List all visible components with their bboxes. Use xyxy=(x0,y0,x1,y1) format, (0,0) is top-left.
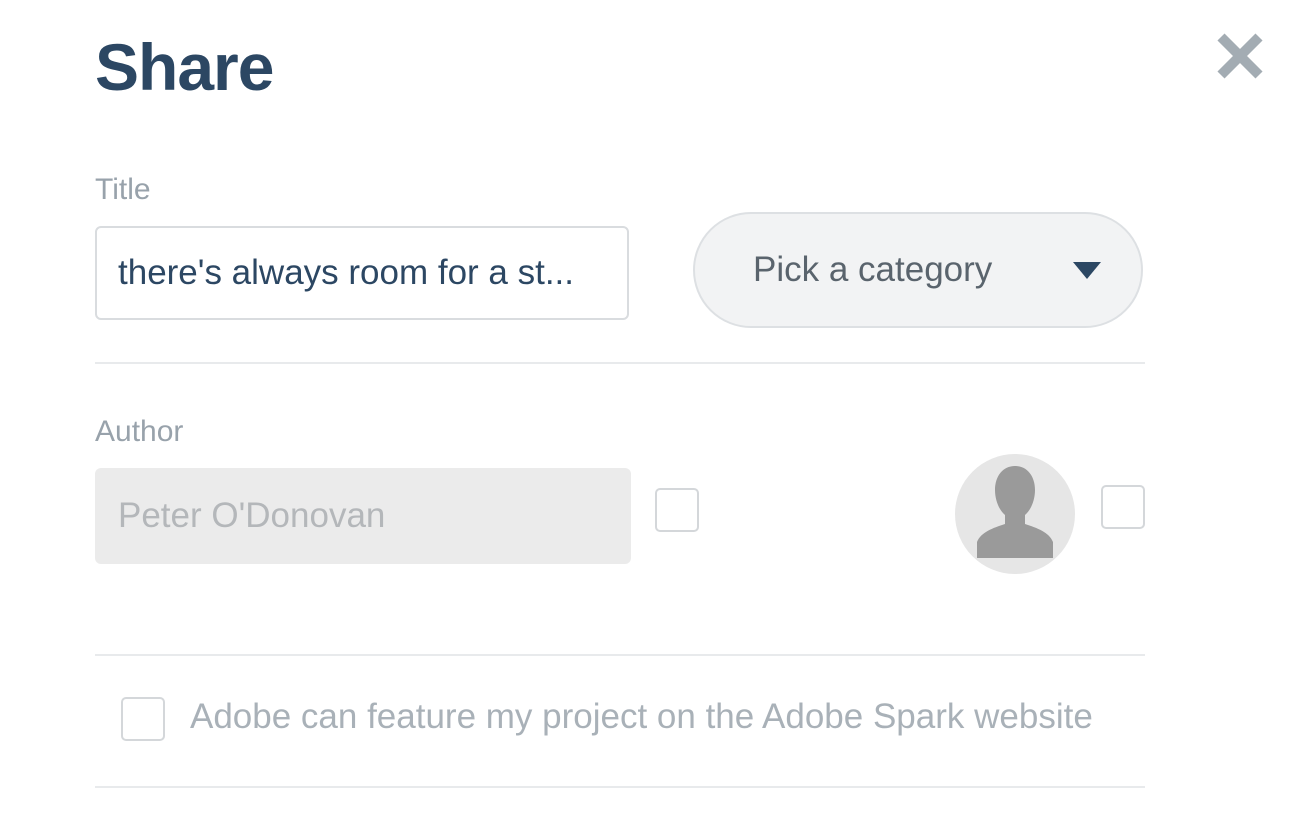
title-input[interactable]: there's always room for a st... xyxy=(95,226,629,320)
divider xyxy=(95,786,1145,788)
feature-project-label: Adobe can feature my project on the Adob… xyxy=(190,697,1093,736)
category-select[interactable]: Pick a category xyxy=(693,212,1143,328)
title-input-value: there's always room for a st... xyxy=(118,253,575,292)
user-silhouette-icon xyxy=(977,466,1053,558)
author-label: Author xyxy=(95,415,184,448)
dialog-title: Share xyxy=(95,30,274,104)
close-button[interactable] xyxy=(1212,28,1268,84)
caret-down-icon xyxy=(1073,262,1101,279)
divider xyxy=(95,654,1145,656)
avatar[interactable] xyxy=(955,454,1075,574)
close-icon xyxy=(1217,33,1263,79)
show-avatar-checkbox[interactable] xyxy=(1101,485,1145,529)
feature-project-checkbox[interactable] xyxy=(121,697,165,741)
author-input-value: Peter O'Donovan xyxy=(118,496,386,535)
divider xyxy=(95,362,1145,364)
show-author-name-checkbox[interactable] xyxy=(655,488,699,532)
title-label: Title xyxy=(95,173,151,206)
author-input[interactable]: Peter O'Donovan xyxy=(95,468,631,564)
category-select-value: Pick a category xyxy=(753,250,993,289)
